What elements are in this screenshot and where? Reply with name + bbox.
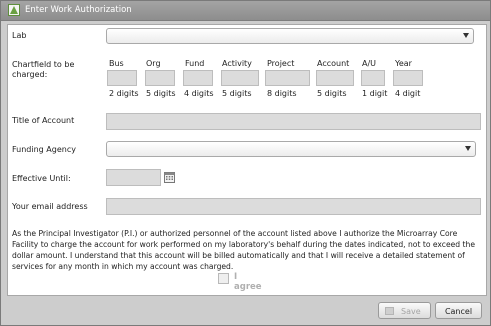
project-input[interactable]: [265, 70, 310, 86]
effective-until-label: Effective Until:: [12, 174, 71, 183]
title-of-account-label: Title of Account: [12, 116, 75, 125]
col-bus-head: Bus: [109, 59, 124, 68]
title-bar[interactable]: Enter Work Authorization: [1, 1, 490, 21]
col-au-head: A/U: [362, 59, 377, 68]
col-year-hint: 4 digit: [395, 89, 421, 98]
save-icon: [385, 307, 394, 315]
org-input[interactable]: [145, 70, 175, 86]
col-activity-hint: 5 digits: [222, 89, 252, 98]
cancel-button-label: Cancel: [444, 307, 473, 316]
email-label: Your email address: [12, 202, 88, 211]
year-input[interactable]: [393, 70, 423, 86]
col-fund-hint: 4 digits: [184, 89, 214, 98]
funding-agency-select[interactable]: [106, 141, 476, 157]
col-bus-hint: 2 digits: [109, 89, 139, 98]
account-input[interactable]: [316, 70, 354, 86]
calendar-icon[interactable]: [164, 172, 175, 183]
chevron-down-icon: [463, 33, 469, 38]
bus-input[interactable]: [107, 70, 137, 86]
lab-label: Lab: [12, 31, 27, 40]
chartfield-label-line2: charged:: [12, 70, 48, 79]
save-button-label: Save: [401, 307, 421, 316]
col-org-hint: 5 digits: [146, 89, 176, 98]
col-au-hint: 1 digit: [362, 89, 388, 98]
col-project-hint: 8 digits: [267, 89, 297, 98]
col-org-head: Org: [146, 59, 161, 68]
window-title: Enter Work Authorization: [25, 5, 132, 15]
effective-until-input[interactable]: [106, 169, 161, 186]
col-project-head: Project: [267, 59, 295, 68]
chartfield-label-line1: Chartfield to be: [12, 60, 75, 69]
au-input[interactable]: [361, 70, 385, 86]
agree-checkbox[interactable]: [218, 273, 229, 284]
agree-label[interactable]: I agree: [234, 272, 262, 292]
email-input[interactable]: [106, 198, 481, 215]
col-account-head: Account: [317, 59, 350, 68]
col-fund-head: Fund: [185, 59, 205, 68]
funding-agency-label: Funding Agency: [12, 145, 76, 154]
cancel-button[interactable]: Cancel: [435, 302, 482, 319]
activity-input[interactable]: [221, 70, 259, 86]
col-account-hint: 5 digits: [317, 89, 347, 98]
title-of-account-input[interactable]: [106, 113, 481, 130]
chevron-down-icon: [465, 146, 471, 151]
authorization-statement: As the Principal Investigator (P.I.) or …: [12, 229, 475, 271]
app-icon: [8, 4, 20, 16]
col-activity-head: Activity: [222, 59, 252, 68]
fund-input[interactable]: [183, 70, 213, 86]
col-year-head: Year: [395, 59, 412, 68]
save-button[interactable]: Save: [378, 302, 431, 319]
lab-select[interactable]: [106, 28, 474, 44]
